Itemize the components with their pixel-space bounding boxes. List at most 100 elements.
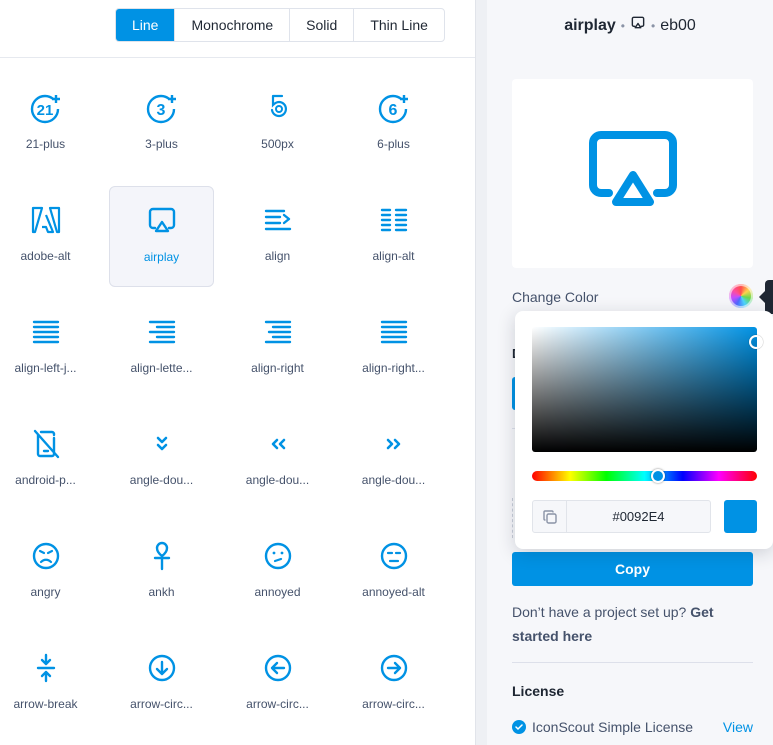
3-plus-icon: 3 — [145, 91, 179, 125]
icon-label: 6-plus — [377, 137, 410, 151]
icon-label: arrow-circ... — [246, 697, 309, 711]
icon-label: 500px — [261, 137, 294, 151]
airplay-preview-icon — [587, 131, 679, 216]
icon-label: align-right — [251, 361, 304, 375]
icon-tile-annoyed[interactable]: annoyed — [225, 522, 330, 623]
tooltip-edge — [759, 280, 773, 314]
icon-label: angry — [30, 585, 61, 599]
icon-tile-align-right-justify[interactable]: align-right... — [341, 298, 446, 399]
500px-icon — [261, 91, 295, 125]
icon-tile-angle-double-right[interactable]: angle-dou... — [341, 410, 446, 511]
saturation-value-area[interactable] — [532, 327, 757, 452]
adobe-alt-icon — [29, 203, 63, 237]
hex-input[interactable]: #0092E4 — [532, 500, 711, 533]
icon-tile-angle-double-down[interactable]: angle-dou... — [109, 410, 214, 511]
align-right-justify-icon — [377, 315, 411, 349]
icon-code: eb00 — [660, 16, 696, 34]
icon-label: arrow-break — [13, 697, 78, 711]
icon-browser: Line Monochrome Solid Thin Line 21 21-pl… — [0, 0, 773, 745]
airplay-icon — [145, 204, 179, 238]
tab-monochrome[interactable]: Monochrome — [174, 9, 289, 41]
icon-label: arrow-circ... — [130, 697, 193, 711]
arrow-circle-right-icon — [377, 651, 411, 685]
icon-tile-arrow-circle-right[interactable]: arrow-circ... — [341, 634, 446, 735]
tab-thin-line[interactable]: Thin Line — [353, 9, 444, 41]
icon-label: annoyed — [254, 585, 301, 599]
icon-tile-align-left-justify[interactable]: align-left-j... — [0, 298, 98, 399]
arrow-circle-left-icon — [261, 651, 295, 685]
icon-name: airplay — [564, 16, 616, 34]
icon-label: ankh — [148, 585, 175, 599]
svg-text:6: 6 — [388, 102, 397, 119]
hue-slider[interactable] — [532, 471, 757, 481]
saturation-handle[interactable] — [749, 335, 763, 349]
6-plus-icon: 6 — [377, 91, 411, 125]
icon-preview — [512, 79, 753, 268]
tab-line[interactable]: Line — [116, 9, 175, 41]
angle-double-left-icon — [261, 427, 295, 461]
toolbar-divider — [0, 57, 475, 58]
license-name: IconScout Simple License — [532, 719, 694, 735]
align-right-icon — [261, 315, 295, 349]
icon-tile-ankh[interactable]: ankh — [109, 522, 214, 623]
detail-title: airplay • • eb00 — [487, 15, 773, 36]
icon-tile-align-alt[interactable]: align-alt — [341, 186, 446, 287]
align-icon — [261, 203, 295, 237]
icon-tile-adobe-alt[interactable]: adobe-alt — [0, 186, 98, 287]
hue-handle[interactable] — [651, 469, 665, 483]
icon-label: 3-plus — [145, 137, 178, 151]
ankh-icon — [145, 539, 179, 573]
icon-label: android-p... — [15, 473, 76, 487]
icon-tile-angry[interactable]: angry — [0, 522, 98, 623]
section-divider — [512, 662, 753, 663]
style-selector: Line Monochrome Solid Thin Line — [115, 8, 445, 42]
icon-label: adobe-alt — [20, 249, 71, 263]
copy-button[interactable]: Copy — [512, 552, 753, 586]
svg-text:3: 3 — [156, 102, 165, 119]
icon-label: angle-dou... — [361, 473, 426, 487]
icon-tile-21-plus[interactable]: 21 21-plus — [0, 74, 98, 175]
align-left-justify-icon — [29, 315, 63, 349]
color-swatch[interactable] — [724, 500, 757, 533]
separator-dot: • — [620, 18, 625, 33]
check-icon — [512, 720, 526, 734]
project-prompt-text: Don’t have a project set up? — [512, 604, 687, 620]
icon-tile-align-letter-rtl[interactable]: align-lette... — [109, 298, 214, 399]
icon-tile-annoyed-alt[interactable]: annoyed-alt — [341, 522, 446, 623]
icon-tile-align-right[interactable]: align-right — [225, 298, 330, 399]
tab-solid[interactable]: Solid — [289, 9, 353, 41]
icon-tile-arrow-circle-left[interactable]: arrow-circ... — [225, 634, 330, 735]
align-alt-icon — [377, 203, 411, 237]
svg-text:21: 21 — [36, 102, 53, 119]
color-wheel-icon[interactable] — [729, 284, 753, 308]
icon-label: airplay — [143, 250, 180, 264]
annoyed-icon — [261, 539, 295, 573]
icon-label: align-left-j... — [14, 361, 77, 375]
arrow-circle-down-icon — [145, 651, 179, 685]
angry-icon — [29, 539, 63, 573]
change-color-label: Change Color — [512, 289, 599, 305]
hex-value: #0092E4 — [612, 509, 665, 524]
icon-tile-angle-double-left[interactable]: angle-dou... — [225, 410, 330, 511]
copy-icon[interactable] — [533, 501, 567, 532]
icon-label: align-right... — [362, 361, 425, 375]
license-view-link[interactable]: View — [723, 719, 753, 735]
icon-label: angle-dou... — [245, 473, 310, 487]
21-plus-icon: 21 — [29, 91, 63, 125]
icon-tile-align[interactable]: align — [225, 186, 330, 287]
icon-label: 21-plus — [25, 137, 66, 151]
icon-list-panel: Line Monochrome Solid Thin Line 21 21-pl… — [0, 0, 475, 745]
icon-label: annoyed-alt — [362, 585, 425, 599]
license-row: IconScout Simple License View — [512, 719, 753, 735]
icon-tile-arrow-circle-down[interactable]: arrow-circ... — [109, 634, 214, 735]
icon-tile-500px[interactable]: 500px — [225, 74, 330, 175]
icon-tile-3-plus[interactable]: 3 3-plus — [109, 74, 214, 175]
icon-label: align-lette... — [130, 361, 193, 375]
android-phone-slash-icon — [29, 427, 63, 461]
icon-tile-6-plus[interactable]: 6 6-plus — [341, 74, 446, 175]
icon-tile-arrow-break[interactable]: arrow-break — [0, 634, 98, 735]
icon-tile-android-phone-slash[interactable]: android-p... — [0, 410, 98, 511]
icon-label: align — [264, 249, 291, 263]
icon-tile-airplay[interactable]: airplay — [109, 186, 214, 287]
panel-scrollbar[interactable] — [475, 0, 487, 745]
